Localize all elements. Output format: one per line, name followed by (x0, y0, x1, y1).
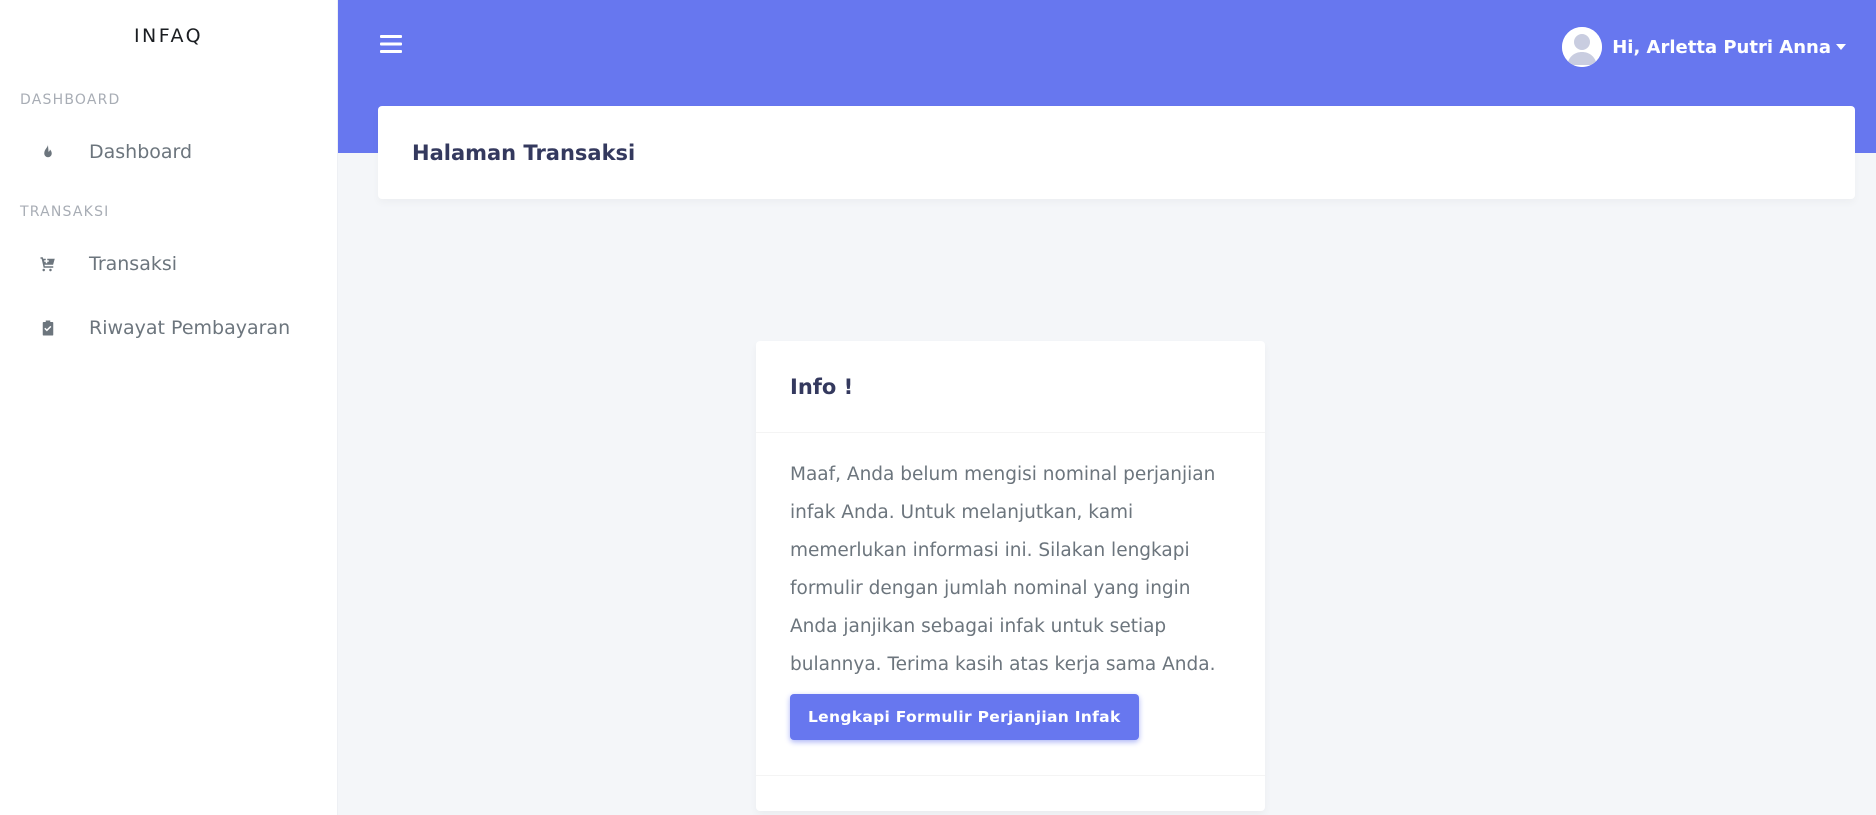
card-header: Info ! (756, 341, 1265, 433)
hamburger-icon[interactable] (379, 32, 403, 56)
sidebar-item-label: Riwayat Pembayaran (89, 317, 291, 339)
sidebar-item-transaksi[interactable]: Transaksi (0, 232, 337, 296)
card-body: Maaf, Anda belum mengisi nominal perjanj… (756, 433, 1265, 740)
info-card: Info ! Maaf, Anda belum mengisi nominal … (756, 341, 1265, 811)
sidebar-item-dashboard[interactable]: Dashboard (0, 120, 337, 184)
sidebar-item-riwayat-pembayaran[interactable]: Riwayat Pembayaran (0, 296, 337, 360)
sidebar-item-label: Dashboard (89, 141, 193, 163)
user-dropdown[interactable]: Hi, Arletta Putri Anna (1562, 27, 1846, 67)
cart-icon (36, 252, 60, 276)
section-header: Halaman Transaksi (378, 106, 1855, 199)
user-greeting: Hi, Arletta Putri Anna (1612, 36, 1831, 58)
brand-logo[interactable]: INFAQ (0, 0, 337, 72)
clipboard-check-icon (36, 316, 60, 340)
menu-header-transaksi: TRANSAKSI (20, 204, 110, 220)
page-title: Halaman Transaksi (412, 140, 636, 165)
sidebar: INFAQ DASHBOARD Dashboard TRANSAKSI Tran… (0, 0, 338, 815)
user-avatar-icon (1562, 27, 1603, 67)
card-footer (756, 775, 1265, 811)
info-message: Maaf, Anda belum mengisi nominal perjanj… (790, 464, 1216, 675)
complete-form-button[interactable]: Lengkapi Formulir Perjanjian Infak (790, 694, 1139, 740)
fire-icon (36, 140, 60, 164)
sidebar-item-label: Transaksi (89, 253, 178, 275)
menu-header-dashboard: DASHBOARD (20, 92, 121, 108)
card-title: Info ! (790, 374, 854, 399)
chevron-down-icon (1836, 44, 1846, 50)
